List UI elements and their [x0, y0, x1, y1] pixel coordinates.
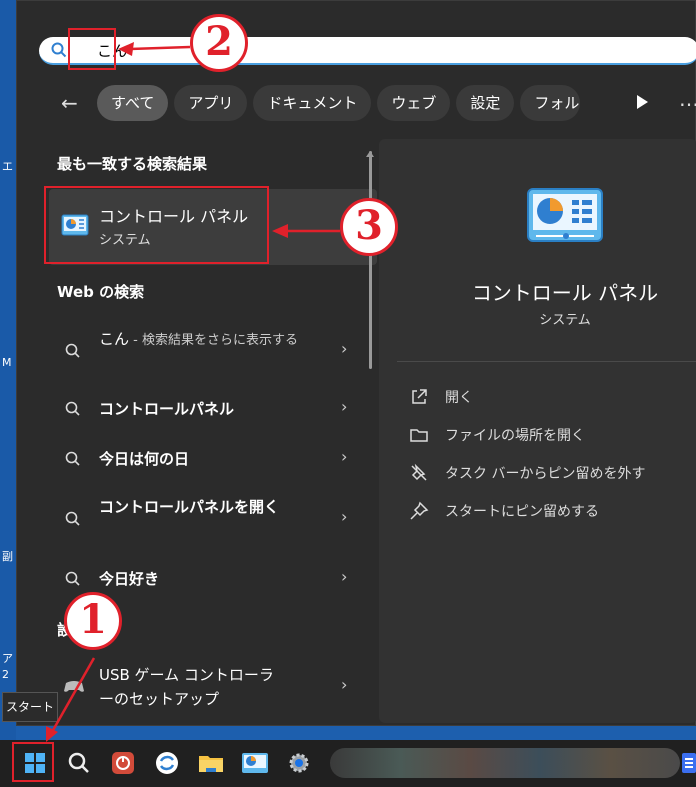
detail-pane: コントロール パネル システム 開く ファイルの場所を開く タスク バーからピン… — [379, 139, 696, 723]
web-result-text: 今日は何の日 — [99, 450, 190, 468]
chip-folders[interactable]: フォルダー — [520, 85, 581, 121]
chevron-right-icon: › — [341, 567, 348, 586]
desktop-edge-text: 2 — [2, 668, 9, 681]
chip-settings[interactable]: 設定 — [456, 85, 515, 121]
chevron-right-icon: › — [341, 507, 348, 526]
settings-result-item[interactable]: USB ゲーム コントローラーのセットアップ › — [49, 663, 349, 711]
web-result-text: こん - 検索結果をさらに表示する — [99, 330, 298, 348]
detail-subtitle: システム — [539, 313, 591, 328]
web-result-text: コントロールパネルを開く — [99, 498, 280, 516]
action-unpin-taskbar[interactable]: タスク バーからピン留めを外す — [409, 461, 689, 485]
control-panel-taskbar-icon[interactable] — [240, 748, 270, 778]
filter-row: ← すべて アプリ ドキュメント ウェブ 設定 フォルダー … — [47, 85, 696, 121]
action-label: タスク バーからピン留めを外す — [445, 466, 646, 482]
blurred-taskbar-apps[interactable] — [330, 748, 680, 778]
search-icon — [65, 451, 81, 467]
best-match-heading: 最も一致する検索結果 — [57, 155, 208, 173]
detail-title: コントロール パネル — [471, 281, 659, 305]
action-label: 開く — [445, 390, 473, 406]
file-explorer-icon[interactable] — [196, 748, 226, 778]
chip-apps[interactable]: アプリ — [174, 85, 248, 121]
chevron-right-icon: › — [341, 397, 348, 416]
web-result-hint: - 検索結果をさらに表示する — [129, 333, 298, 348]
action-pin-start[interactable]: スタートにピン留めする — [409, 499, 689, 523]
annotation-step-1: 1 — [64, 592, 122, 650]
search-input[interactable]: こん — [39, 37, 696, 65]
chip-web[interactable]: ウェブ — [377, 85, 451, 121]
annotation-step-3: 3 — [340, 198, 398, 256]
web-result-text: 今日好き — [99, 570, 160, 588]
annotation-box-start — [12, 742, 54, 782]
start-tooltip: スタート — [2, 692, 58, 722]
desktop-edge-text: M — [2, 356, 12, 369]
web-result-item[interactable]: コントロールパネル › — [49, 397, 349, 421]
chevron-right-icon: › — [341, 447, 348, 466]
search-icon — [65, 401, 81, 417]
annotation-box-result — [44, 186, 269, 264]
unpin-icon — [409, 463, 429, 483]
chip-documents[interactable]: ドキュメント — [253, 85, 372, 121]
desktop-edge-text: ア — [2, 652, 13, 665]
search-icon — [65, 511, 81, 527]
divider — [397, 361, 696, 362]
search-icon — [51, 42, 67, 58]
action-label: ファイルの場所を開く — [445, 428, 585, 444]
chevron-right-icon: › — [341, 339, 348, 358]
back-arrow-icon[interactable]: ← — [61, 91, 78, 115]
action-open[interactable]: 開く — [409, 385, 689, 409]
results-scrollbar[interactable] — [369, 151, 372, 369]
taskbar-overflow-icon[interactable] — [680, 748, 696, 778]
desktop-edge-text: エ — [2, 160, 13, 173]
web-result-text: コントロールパネル — [99, 400, 235, 418]
settings-result-text: USB ゲーム コントローラーのセットアップ — [99, 666, 274, 708]
scroll-right-icon[interactable] — [637, 95, 648, 109]
web-result-item[interactable]: 今日好き › — [49, 567, 349, 591]
taskbar — [0, 740, 696, 787]
web-search-heading: Web の検索 — [57, 283, 145, 301]
desktop-edge-text: 副 — [2, 550, 13, 563]
action-open-file-location[interactable]: ファイルの場所を開く — [409, 423, 689, 447]
open-external-icon — [409, 387, 429, 407]
settings-gear-icon[interactable] — [284, 748, 314, 778]
control-panel-icon — [526, 187, 604, 245]
action-label: スタートにピン留めする — [445, 504, 599, 520]
filter-chips: すべて アプリ ドキュメント ウェブ 設定 フォルダー — [97, 85, 581, 121]
chevron-right-icon: › — [341, 675, 348, 694]
taskbar-search-icon[interactable] — [64, 748, 94, 778]
web-result-item[interactable]: コントロールパネルを開く › — [49, 495, 349, 543]
folder-icon — [409, 425, 429, 445]
search-icon — [65, 343, 81, 359]
gamepad-icon — [63, 677, 85, 695]
sync-app-icon[interactable] — [152, 748, 182, 778]
annotation-step-2: 2 — [190, 14, 248, 72]
power-app-icon[interactable] — [108, 748, 138, 778]
web-result-item[interactable]: 今日は何の日 › — [49, 447, 349, 471]
search-icon — [65, 571, 81, 587]
more-options-icon[interactable]: … — [679, 87, 696, 111]
chip-all[interactable]: すべて — [97, 85, 169, 121]
pin-icon — [409, 501, 429, 521]
web-result-item[interactable]: こん - 検索結果をさらに表示する › — [49, 327, 349, 375]
desktop-background: エ M 副 ア 2 — [0, 0, 16, 740]
annotation-box-search — [68, 28, 116, 70]
